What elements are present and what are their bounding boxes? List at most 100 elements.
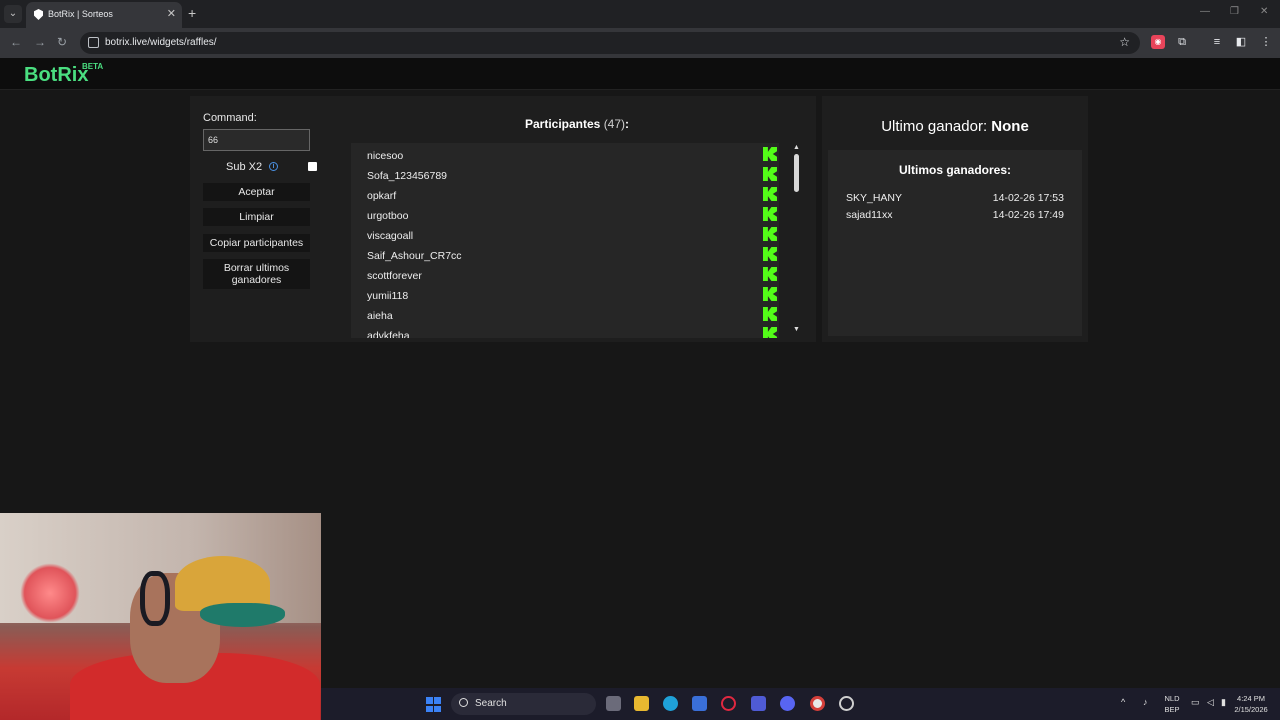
webcam-headphones (140, 571, 170, 626)
participant-row: opkarf (367, 186, 779, 206)
search-icon (459, 698, 468, 707)
tray-overflow-icon[interactable]: ^ (1121, 697, 1125, 707)
participant-name: Sofa_123456789 (367, 170, 447, 182)
file-explorer-icon[interactable] (634, 696, 649, 711)
opera-icon[interactable] (721, 696, 736, 711)
taskbar-search-label: Search (475, 698, 507, 709)
site-info-icon[interactable] (88, 37, 99, 48)
chrome-icon[interactable] (810, 696, 825, 711)
participant-name: urgotboo (367, 210, 409, 222)
participant-row: Sofa_123456789 (367, 166, 779, 186)
webcam-overlay (0, 513, 321, 720)
profile-icon[interactable]: ◧ (1234, 35, 1248, 49)
beta-badge: BETA (82, 62, 104, 71)
info-icon[interactable]: i (269, 162, 278, 171)
browser-toolbar: ← → ↻ botrix.live/widgets/raffles/ ☆ ◉ ⧉… (0, 28, 1280, 58)
participants-scrollbar[interactable]: ▲ ▼ (793, 144, 801, 336)
store-icon[interactable] (692, 696, 707, 711)
scroll-down-arrow-icon[interactable]: ▼ (793, 326, 800, 333)
kick-platform-icon (763, 287, 777, 301)
tab-title: BotRix | Sorteos (48, 9, 113, 19)
delete-winners-button[interactable]: Borrar ultimos ganadores (203, 259, 310, 289)
scrollbar-thumb[interactable] (794, 154, 799, 192)
extension-icon[interactable]: ◉ (1151, 35, 1165, 49)
kick-platform-icon (763, 327, 777, 338)
forward-icon[interactable]: → (34, 35, 46, 49)
last-winner: Ultimo ganador: None (822, 118, 1088, 135)
browser-tabbar: ⌄ BotRix | Sorteos ✕ + — ❐ ✕ (0, 0, 1280, 28)
reload-icon[interactable]: ↻ (57, 35, 67, 49)
winners-panel: Ultimo ganador: None Ultimos ganadores: … (822, 96, 1088, 342)
participants-colon: : (625, 117, 630, 131)
maximize-icon[interactable]: ❐ (1230, 6, 1239, 17)
tab-search-chevron-icon[interactable]: ⌄ (4, 5, 22, 23)
participant-row: urgotboo (367, 206, 779, 226)
kick-platform-icon (763, 247, 777, 261)
participant-name: viscagoall (367, 230, 414, 242)
discord-icon[interactable] (780, 696, 795, 711)
command-label: Command: (203, 112, 257, 124)
kick-platform-icon (763, 227, 777, 241)
participant-row: aieha (367, 306, 779, 326)
clock-time[interactable]: 4:24 PM (1226, 694, 1276, 704)
url-text[interactable]: botrix.live/widgets/raffles/ (105, 37, 217, 48)
extensions-puzzle-icon[interactable]: ⧉ (1175, 35, 1189, 49)
network-icon[interactable]: ▭ (1191, 697, 1200, 708)
site-header: BotRix BETA (0, 58, 1280, 90)
taskbar-search[interactable]: Search (451, 693, 596, 715)
last-winner-label: Ultimo ganador: (881, 118, 988, 135)
address-bar[interactable]: botrix.live/widgets/raffles/ ☆ (80, 32, 1140, 54)
raffle-panel: Command: Sub X2 i Aceptar Limpiar Copiar… (190, 96, 816, 342)
app-icon[interactable] (751, 696, 766, 711)
kick-platform-icon (763, 187, 777, 201)
clock-date[interactable]: 2/15/2026 (1226, 705, 1276, 715)
scroll-up-arrow-icon[interactable]: ▲ (793, 144, 800, 151)
participant-name: opkarf (367, 190, 397, 202)
tab-close-icon[interactable]: ✕ (167, 7, 176, 20)
close-window-icon[interactable]: ✕ (1260, 6, 1268, 17)
kick-platform-icon (763, 267, 777, 281)
subx2-row: Sub X2 i (203, 159, 318, 175)
subx2-checkbox[interactable] (308, 162, 317, 171)
menu-kebab-icon[interactable]: ⋮ (1259, 35, 1273, 49)
task-view-icon[interactable] (606, 696, 621, 711)
participant-name: Saif_Ashour_CR7cc (367, 250, 462, 262)
participant-name: nicesoo (367, 150, 404, 162)
participant-name: yumii118 (367, 290, 409, 302)
language-bottom[interactable]: BEP (1161, 705, 1183, 715)
participants-title: Participantes (47): (350, 117, 804, 131)
edge-icon[interactable] (663, 696, 678, 711)
language-top[interactable]: NLD (1161, 694, 1183, 704)
participant-row: nicesoo (367, 146, 779, 166)
kick-platform-icon (763, 307, 777, 321)
winner-name: SKY_HANY (846, 192, 903, 204)
windows-taskbar: Search ^ ♪ NLD BEP ▭ ◁ ▮ 4:24 PM 2/15/20… (321, 688, 1280, 720)
winner-row: SKY_HANY 14-02-26 17:53 (846, 192, 1064, 208)
recent-winners-title: Ultimos ganadores: (898, 163, 1012, 177)
participant-row: scottforever (367, 266, 779, 286)
clear-button[interactable]: Limpiar (203, 208, 310, 226)
copy-participants-button[interactable]: Copiar participantes (203, 234, 310, 252)
command-input[interactable] (203, 129, 310, 151)
minimize-icon[interactable]: — (1200, 6, 1210, 17)
bookmark-star-icon[interactable]: ☆ (1119, 35, 1130, 49)
accept-button[interactable]: Aceptar (203, 183, 310, 201)
participant-name: scottforever (367, 270, 422, 282)
new-tab-icon[interactable]: + (188, 5, 196, 21)
botrix-logo[interactable]: BotRix (24, 64, 88, 87)
microphone-icon[interactable]: ♪ (1143, 697, 1148, 707)
participant-row: yumii118 (367, 286, 779, 306)
media-controls-icon[interactable]: ≡ (1210, 35, 1224, 49)
webcam-light (20, 563, 80, 623)
kick-platform-icon (763, 147, 777, 161)
participant-row: viscagoall (367, 226, 779, 246)
participants-count: (47) (603, 117, 626, 131)
volume-icon[interactable]: ◁ (1207, 697, 1214, 708)
participants-list[interactable]: nicesoo Sofa_123456789opkarf urgotboo visca… (351, 143, 779, 338)
botrix-favicon-icon (34, 9, 43, 20)
back-icon[interactable]: ← (10, 35, 22, 49)
app2-icon[interactable] (839, 696, 854, 711)
windows-start-icon[interactable] (426, 697, 441, 712)
browser-tab[interactable]: BotRix | Sorteos ✕ (26, 2, 182, 28)
participants-title-text: Participantes (524, 117, 601, 131)
